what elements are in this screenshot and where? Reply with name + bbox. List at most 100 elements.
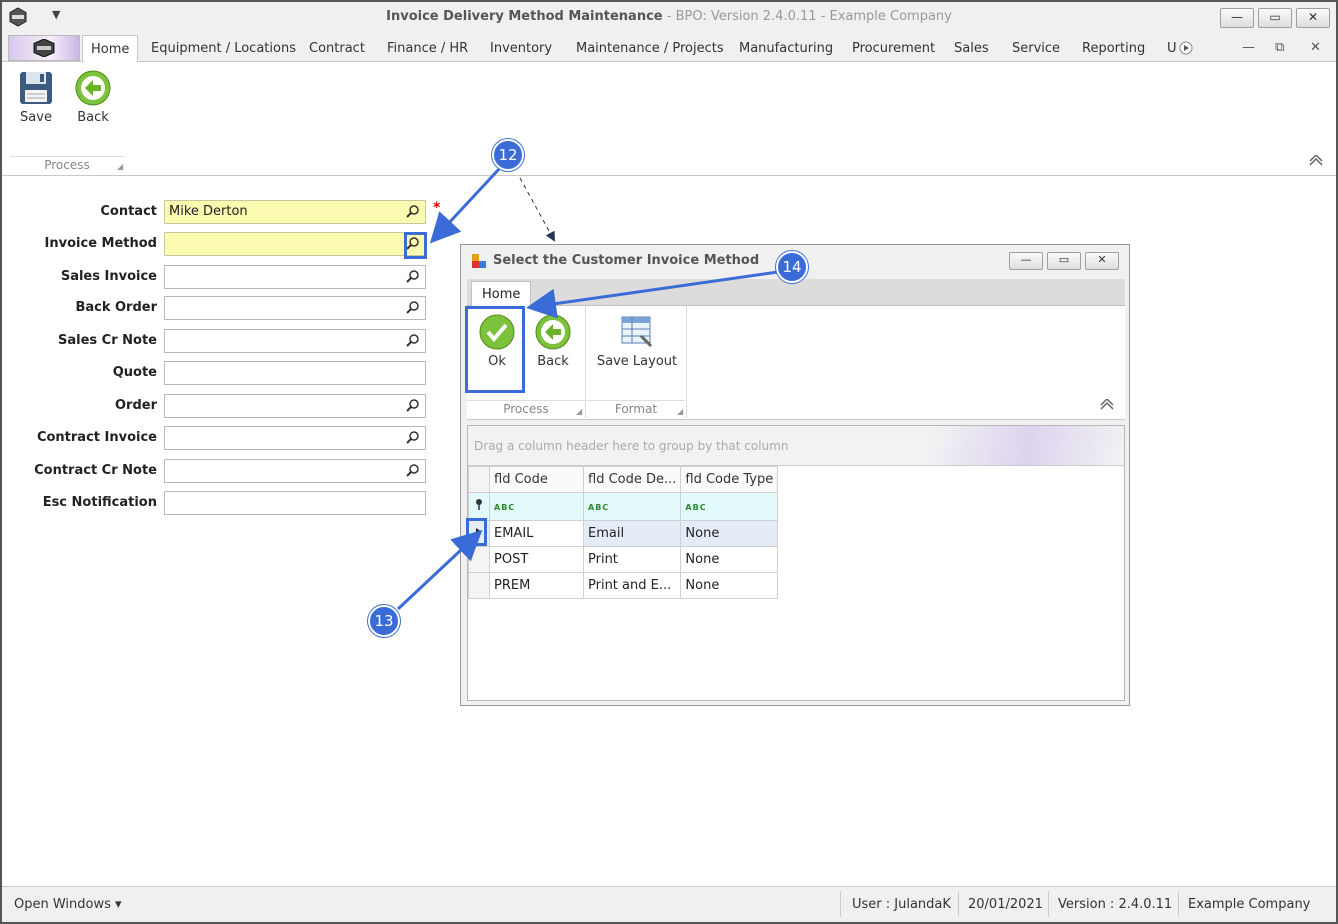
dialog-tab-home[interactable]: Home xyxy=(471,281,532,307)
status-divider xyxy=(1048,891,1049,917)
filter-cell-fld-code-desc[interactable]: ABC xyxy=(582,492,682,521)
search-icon[interactable] xyxy=(405,204,421,220)
mdi-close-button[interactable]: ✕ xyxy=(1310,40,1321,55)
search-icon[interactable] xyxy=(405,269,421,285)
field-label: Order xyxy=(115,398,157,413)
text-filter-icon: ABC xyxy=(685,503,707,512)
quote-field[interactable] xyxy=(164,361,426,385)
field-label: Sales Invoice xyxy=(60,269,157,284)
tab-truncated[interactable]: U xyxy=(1167,41,1177,56)
field-label: Invoice Method xyxy=(44,236,157,251)
highlight-invoice-method-search xyxy=(404,232,427,259)
table-cell[interactable]: PREM xyxy=(489,572,584,599)
ribbon-panel: Save Back Process ◢ xyxy=(2,62,1336,176)
field-label: Esc Notification xyxy=(42,495,157,510)
table-cell[interactable]: POST xyxy=(489,546,584,573)
ribbon-group-divider xyxy=(686,306,687,418)
minimize-button[interactable]: — xyxy=(1220,8,1254,28)
sales-cr-note-field[interactable] xyxy=(164,329,426,353)
back-button[interactable]: Back xyxy=(72,70,114,125)
maximize-button[interactable]: ▭ xyxy=(1258,8,1292,28)
text-filter-icon: ABC xyxy=(494,503,516,512)
back-order-field[interactable] xyxy=(164,296,426,320)
group-by-panel[interactable]: Drag a column header here to group by th… xyxy=(468,426,1124,466)
back-arrow-icon xyxy=(535,314,571,350)
table-cell[interactable]: Email xyxy=(582,520,682,547)
search-icon[interactable] xyxy=(405,463,421,479)
search-icon[interactable] xyxy=(405,398,421,414)
row-indicator[interactable] xyxy=(468,572,490,599)
filter-cell-fld-code-type[interactable]: ABC xyxy=(680,492,779,521)
grid-table: fld Code fld Code De... fld Code Type AB… xyxy=(468,466,779,599)
dialog-ribbon-panel: Ok Back Save Layout Process Format ◢ ◢ xyxy=(467,306,1125,420)
save-button[interactable]: Save xyxy=(16,70,56,125)
table-cell[interactable]: None xyxy=(680,546,779,573)
status-divider xyxy=(840,891,841,917)
search-icon[interactable] xyxy=(405,333,421,349)
table-cell[interactable]: Print and E... xyxy=(582,572,682,599)
contact-field[interactable]: Mike Derton xyxy=(164,200,426,224)
status-divider xyxy=(958,891,959,917)
tab-home[interactable]: Home xyxy=(82,35,139,63)
group-launcher-icon[interactable]: ◢ xyxy=(117,162,123,171)
dialog-minimize-button[interactable]: — xyxy=(1009,252,1043,270)
tab-manufacturing[interactable]: Manufacturing xyxy=(739,41,833,56)
tab-equipment-locations[interactable]: Equipment / Locations xyxy=(151,41,296,56)
tab-inventory[interactable]: Inventory xyxy=(490,41,552,56)
table-row[interactable]: PREM Print and E... None xyxy=(468,572,779,599)
group-launcher-icon[interactable]: ◢ xyxy=(677,407,683,416)
column-header-fld-code-desc[interactable]: fld Code De... xyxy=(582,466,682,493)
field-label: Contact xyxy=(100,204,157,219)
dialog-title: Select the Customer Invoice Method xyxy=(493,253,760,268)
tab-scroll-right-icon[interactable] xyxy=(1179,41,1193,55)
table-row[interactable]: EMAIL Email None xyxy=(468,520,779,547)
save-layout-button[interactable]: Save Layout xyxy=(591,314,683,369)
tab-finance-hr[interactable]: Finance / HR xyxy=(387,41,468,56)
tab-sales[interactable]: Sales xyxy=(954,41,989,56)
mdi-restore-button[interactable]: ⧉ xyxy=(1275,40,1284,55)
back-label: Back xyxy=(77,110,109,125)
select-invoice-method-dialog: Select the Customer Invoice Method — ▭ ✕… xyxy=(460,244,1130,706)
collapse-ribbon-icon[interactable] xyxy=(1308,155,1324,167)
dialog-maximize-button[interactable]: ▭ xyxy=(1047,252,1081,270)
close-button[interactable]: ✕ xyxy=(1296,8,1330,28)
open-windows-menu[interactable]: Open Windows ▾ xyxy=(14,897,122,912)
search-icon[interactable] xyxy=(405,430,421,446)
group-launcher-icon[interactable]: ◢ xyxy=(576,407,582,416)
text-filter-icon: ABC xyxy=(588,503,610,512)
grid-window-icon xyxy=(472,254,486,268)
table-cell[interactable]: None xyxy=(680,520,779,547)
table-cell[interactable]: None xyxy=(680,572,779,599)
tab-service[interactable]: Service xyxy=(1012,41,1060,56)
save-label: Save xyxy=(20,110,52,125)
sales-invoice-field[interactable] xyxy=(164,265,426,289)
collapse-ribbon-icon[interactable] xyxy=(1099,399,1115,411)
mdi-minimize-button[interactable]: — xyxy=(1242,40,1255,55)
table-row[interactable]: POST Print None xyxy=(468,546,779,573)
contract-cr-note-field[interactable] xyxy=(164,459,426,483)
filter-cell-fld-code[interactable]: ABC xyxy=(489,492,584,521)
application-menu-button[interactable] xyxy=(8,35,80,61)
column-header-fld-code[interactable]: fld Code xyxy=(489,466,584,493)
esc-notification-field[interactable] xyxy=(164,491,426,515)
tab-contract[interactable]: Contract xyxy=(309,41,365,56)
contract-invoice-field[interactable] xyxy=(164,426,426,450)
highlight-ok-button xyxy=(465,306,525,393)
dialog-close-button[interactable]: ✕ xyxy=(1085,252,1119,270)
tab-maintenance-projects[interactable]: Maintenance / Projects xyxy=(576,41,724,56)
row-indicator[interactable] xyxy=(468,546,490,573)
layout-settings-icon xyxy=(621,316,653,348)
status-divider xyxy=(1178,891,1179,917)
dialog-back-button[interactable]: Back xyxy=(531,314,575,369)
invoice-method-field[interactable] xyxy=(164,232,426,256)
callout-12: 12 xyxy=(492,139,524,171)
callout-13: 13 xyxy=(368,605,400,637)
search-icon[interactable] xyxy=(405,300,421,316)
status-company: Example Company xyxy=(1188,897,1311,912)
tab-procurement[interactable]: Procurement xyxy=(852,41,935,56)
table-cell[interactable]: Print xyxy=(582,546,682,573)
tab-reporting[interactable]: Reporting xyxy=(1082,41,1145,56)
table-cell[interactable]: EMAIL xyxy=(489,520,584,547)
column-header-fld-code-type[interactable]: fld Code Type xyxy=(680,466,779,493)
order-field[interactable] xyxy=(164,394,426,418)
